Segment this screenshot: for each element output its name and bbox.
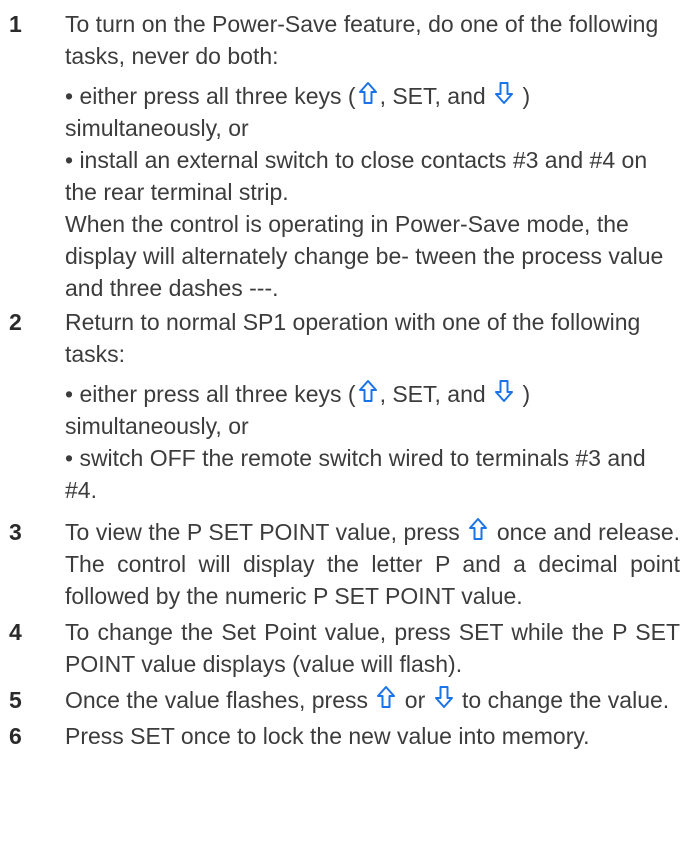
step-2: 2 Return to normal SP1 operation with on… <box>0 306 693 506</box>
bullet-text: , SET, and <box>379 83 486 109</box>
step-number: 4 <box>9 619 22 645</box>
step-note: When the control is operating in Power-S… <box>65 211 664 301</box>
bullet-remote-switch: • switch OFF the remote switch wired to … <box>65 445 646 503</box>
step-intro: Return to normal SP1 operation with one … <box>65 309 641 367</box>
step-text: To view the P SET POINT value, press <box>65 519 460 545</box>
down-arrow-icon <box>494 81 514 105</box>
bullet-text: ) <box>522 83 531 109</box>
bullet-text: • either press all three keys ( <box>65 381 356 407</box>
down-arrow-icon <box>494 379 514 403</box>
step-4: 4 To change the Set Point value, press S… <box>0 616 693 680</box>
up-arrow-icon <box>358 81 378 105</box>
step-number: 5 <box>9 687 22 713</box>
step-1: 1 To turn on the Power-Save feature, do … <box>0 8 693 304</box>
down-arrow-icon <box>434 685 454 709</box>
step-body: To change the Set Point value, press SET… <box>65 619 680 677</box>
bullet-text: simultaneously, or <box>65 413 249 439</box>
step-text: to change the value. <box>462 687 670 713</box>
step-number: 1 <box>9 11 22 37</box>
bullet-text: , SET, and <box>379 381 486 407</box>
up-arrow-icon <box>468 517 488 541</box>
step-text: Once the value flashes, press <box>65 687 368 713</box>
up-arrow-icon <box>376 685 396 709</box>
step-body: Return to normal SP1 operation with one … <box>65 306 680 506</box>
bullet-text: ) <box>522 381 531 407</box>
step-3: 3 To view the P SET POINT value, press o… <box>0 516 693 612</box>
up-arrow-icon <box>358 379 378 403</box>
step-intro: To turn on the Power-Save feature, do on… <box>65 11 659 69</box>
step-5: 5 Once the value flashes, press or to ch… <box>0 684 693 716</box>
step-text: or <box>404 687 426 713</box>
step-number: 3 <box>9 519 22 545</box>
step-body: Press SET once to lock the new value int… <box>65 723 590 749</box>
bullet-text: • either press all three keys ( <box>65 83 356 109</box>
step-number: 6 <box>9 723 22 749</box>
step-body: To turn on the Power-Save feature, do on… <box>65 8 680 304</box>
step-body: To view the P SET POINT value, press onc… <box>65 516 680 612</box>
bullet-keys: • either press all three keys ( , SET, an… <box>65 80 680 144</box>
step-6: 6 Press SET once to lock the new value i… <box>0 720 693 752</box>
bullet-keys: • either press all three keys ( , SET, an… <box>65 378 680 442</box>
step-body: Once the value flashes, press or to chan… <box>65 684 680 716</box>
bullet-text: simultaneously, or <box>65 115 249 141</box>
bullet-external-switch: • install an external switch to close co… <box>65 147 648 205</box>
step-number: 2 <box>9 309 22 335</box>
